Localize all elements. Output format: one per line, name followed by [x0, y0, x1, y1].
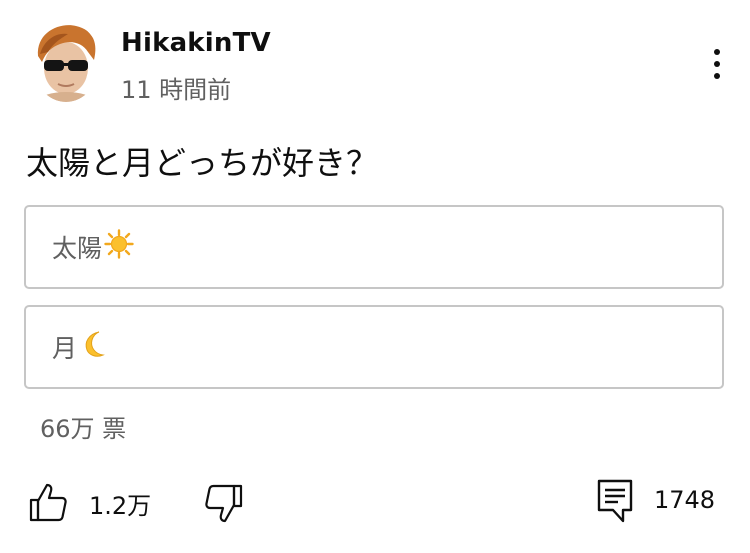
more-options-button[interactable]: [702, 44, 732, 84]
like-count: 1.2万: [89, 492, 152, 520]
thumbs-down-icon: [205, 484, 243, 523]
more-dot: [714, 73, 720, 79]
like-button[interactable]: [28, 482, 68, 522]
comment-button[interactable]: [596, 478, 634, 524]
poll-option-moon[interactable]: 月: [24, 305, 724, 389]
poll-option-label: 太陽: [52, 234, 103, 263]
channel-name[interactable]: HikakinTV: [121, 28, 271, 58]
more-dot: [714, 61, 720, 67]
post-time: 11 時間前: [121, 76, 232, 104]
poll-option-label: 月: [52, 334, 78, 363]
comment-count: 1748: [654, 486, 716, 514]
dislike-button[interactable]: [202, 484, 244, 524]
poll-option-sun[interactable]: 太陽: [24, 205, 724, 289]
sun-icon: [104, 229, 134, 265]
more-dot: [714, 49, 720, 55]
thumbs-up-icon: [29, 483, 67, 522]
comment-icon: [597, 479, 633, 523]
crescent-moon-icon: [79, 329, 109, 365]
channel-avatar[interactable]: [32, 22, 100, 102]
poll-question: 太陽と月どっちが好き？: [26, 144, 379, 182]
poll-vote-count: 66万 票: [40, 415, 127, 443]
